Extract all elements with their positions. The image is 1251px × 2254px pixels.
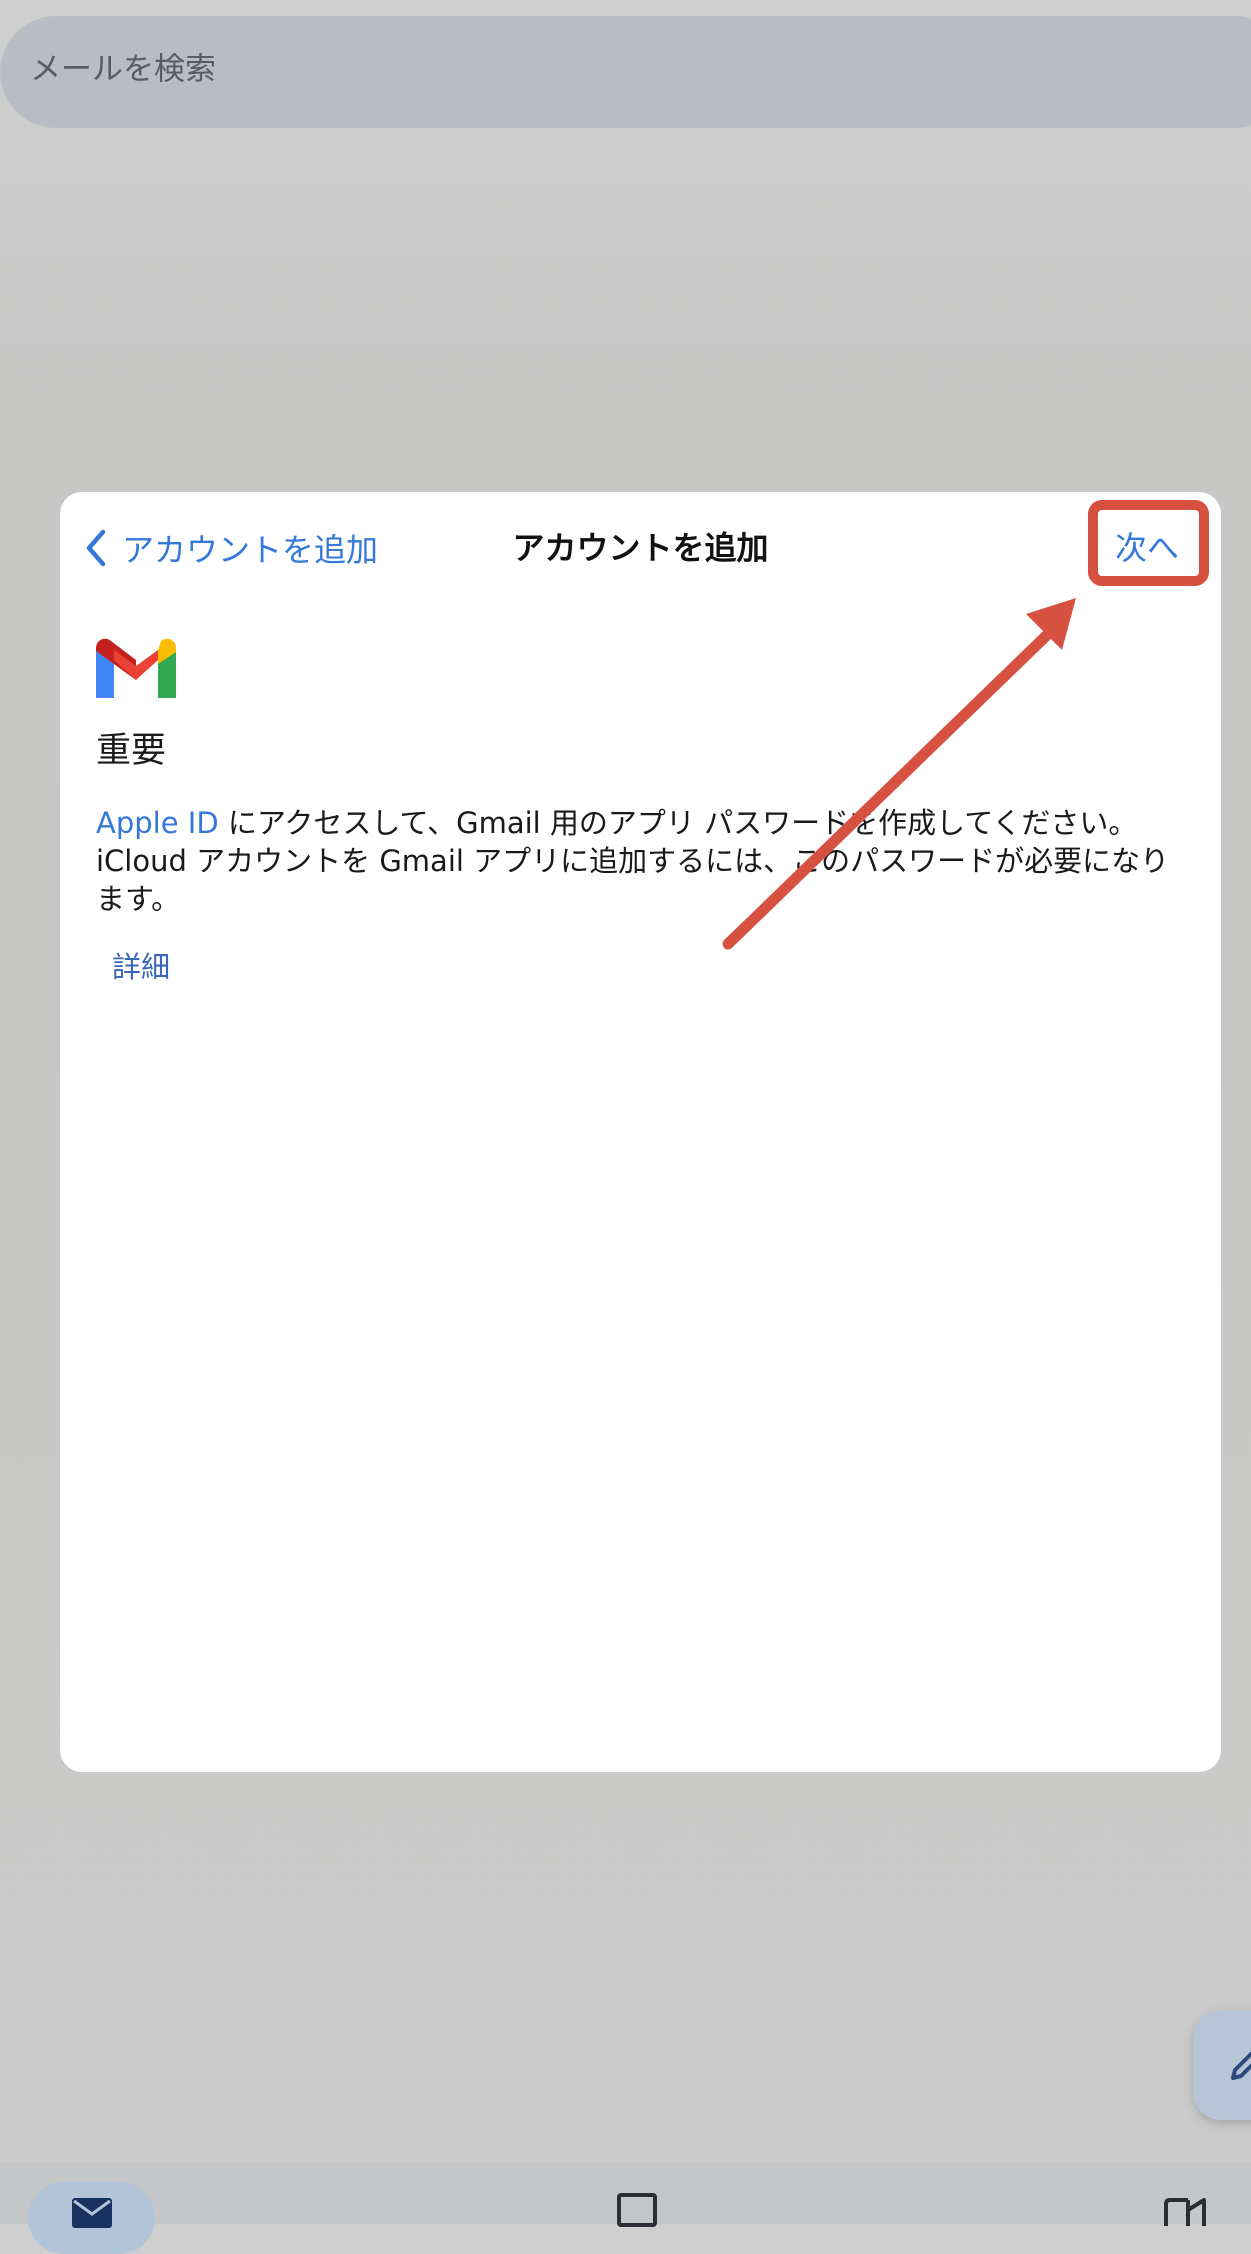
- compose-button[interactable]: [1193, 2010, 1251, 2120]
- nav-mail-tab[interactable]: [28, 2182, 155, 2254]
- details-link[interactable]: 詳細: [112, 944, 170, 986]
- instruction-body: にアクセスして、Gmail 用のアプリ パスワードを作成してください。iClou…: [96, 806, 1170, 916]
- bottom-nav: [0, 2162, 1251, 2254]
- sheet-title: アカウントを追加: [512, 529, 769, 567]
- nav-chat-tab[interactable]: [616, 2192, 658, 2232]
- gmail-logo-icon: [96, 638, 176, 698]
- important-heading: 重要: [96, 731, 167, 771]
- instruction-text: Apple ID にアクセスして、Gmail 用のアプリ パスワードを作成してく…: [96, 804, 1181, 918]
- chat-icon: [617, 2193, 657, 2227]
- apple-id-link[interactable]: Apple ID: [96, 806, 219, 840]
- search-placeholder: メールを検索: [30, 51, 216, 88]
- nav-meet-tab[interactable]: [1164, 2198, 1212, 2232]
- search-bar[interactable]: メールを検索: [0, 16, 1251, 128]
- mail-icon: [72, 2198, 112, 2228]
- add-account-sheet: アカウントを追加 アカウントを追加 次へ 重要 Apple ID にアクセスして…: [60, 492, 1221, 1772]
- next-button[interactable]: 次へ: [1115, 526, 1179, 570]
- pencil-icon: [1231, 2052, 1251, 2080]
